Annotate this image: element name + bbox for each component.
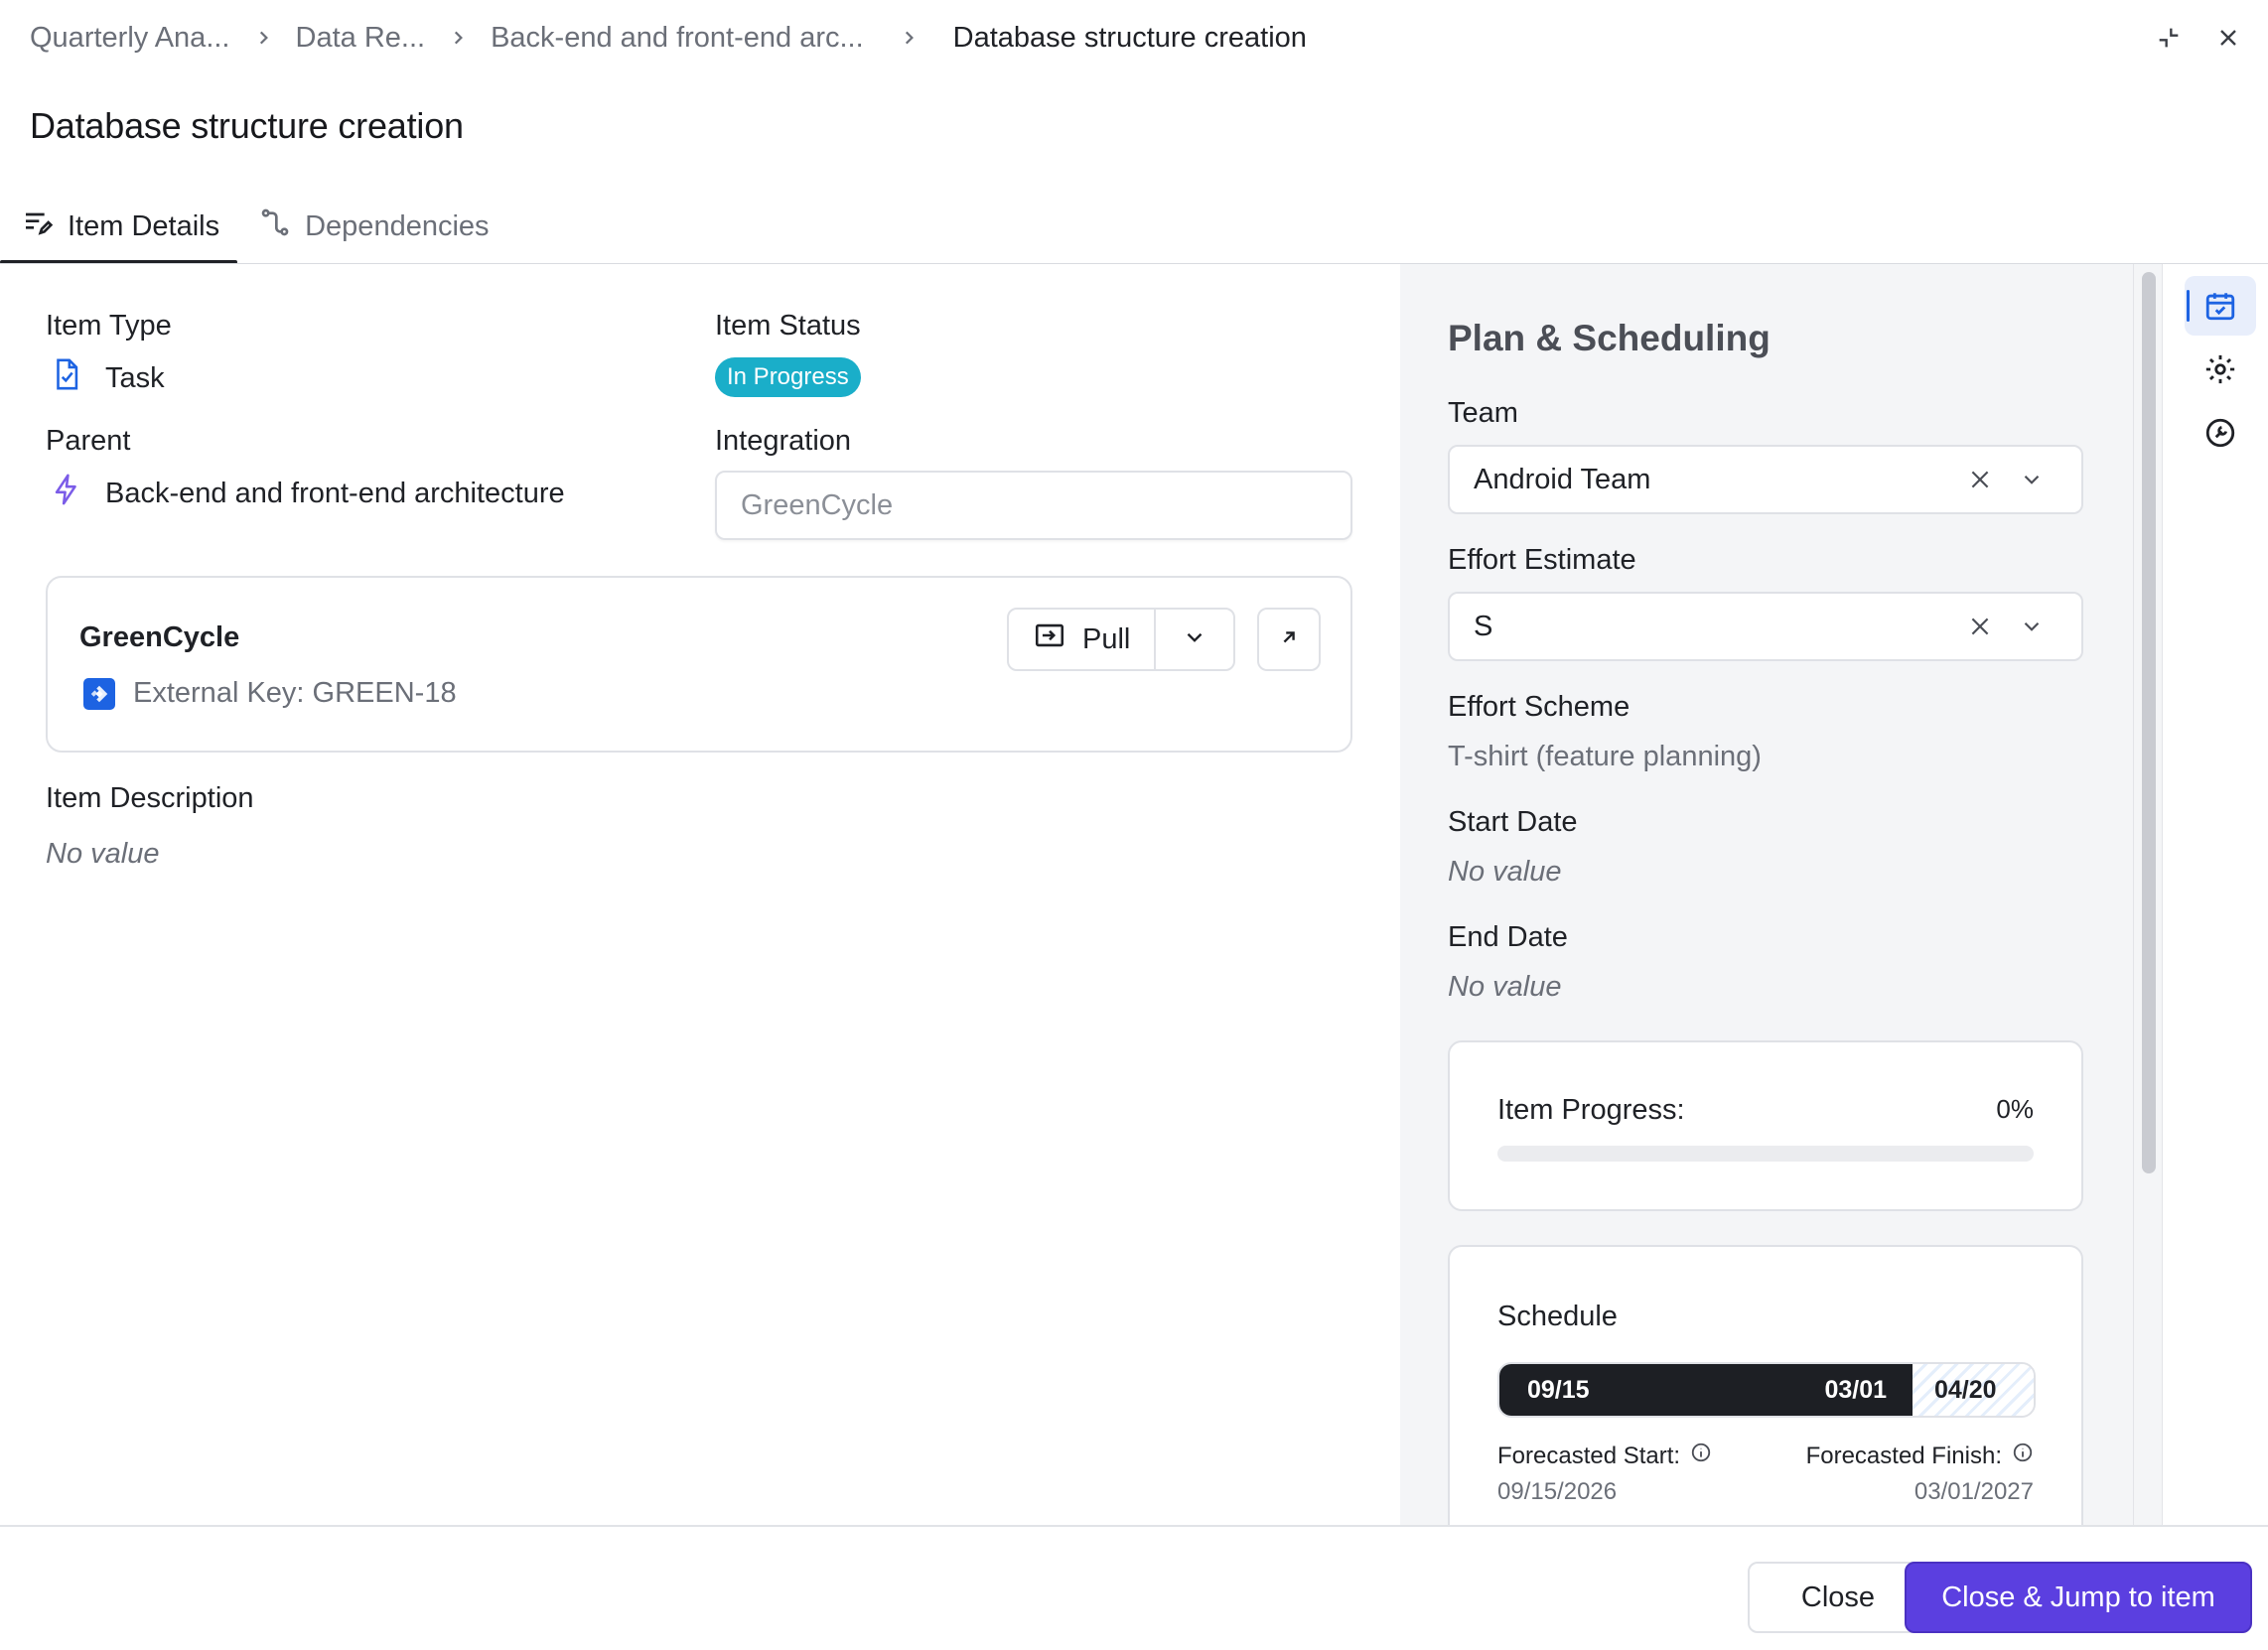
jira-icon [83,677,115,710]
forecasted-start-label: Forecasted Start: [1497,1442,1681,1469]
forecasted-finish-label: Forecasted Finish: [1805,1442,2002,1469]
team-label: Team [1448,397,1518,429]
dependency-icon [259,206,291,246]
team-value: Android Team [1474,463,1651,495]
breadcrumb-item-current: Database structure creation [952,21,1307,54]
schedule-timeline: 09/15 03/01 04/20 [1497,1362,2036,1418]
item-progress-value: 0% [1996,1094,2034,1124]
forecasted-finish: Forecasted Finish: 03/01/2027 [1806,1442,2034,1506]
effort-scheme-value: T-shirt (feature planning) [1448,741,1762,772]
side-rail [2163,264,2268,1525]
clear-icon[interactable] [1954,607,2006,646]
item-status-label: Item Status [715,310,861,342]
end-date-label: End Date [1448,921,1568,953]
integration-card-title: GreenCycle [79,621,240,653]
edit-lines-icon [22,206,54,246]
clear-icon[interactable] [1954,460,2006,499]
open-external-button[interactable] [1257,608,1321,671]
gear-icon[interactable] [2185,340,2256,399]
external-key: External Key: GREEN-18 [83,677,457,710]
effort-estimate-label: Effort Estimate [1448,544,1636,576]
timeline-start: 09/15 [1527,1375,1590,1404]
panel-title: Plan & Scheduling [1448,318,1771,358]
effort-estimate-select[interactable]: S [1448,592,2083,661]
timeline-forecast-bar: 09/15 03/01 [1499,1364,1913,1416]
breadcrumb: Quarterly Ana... Data Re... Back-end and… [30,16,1307,60]
item-progress-card: Item Progress: 0% [1448,1040,2083,1211]
integration-label: Integration [715,425,852,457]
start-date-label: Start Date [1448,806,1578,838]
info-icon[interactable] [1690,1442,1712,1470]
schedule-card: Schedule 09/15 03/01 04/20 Forecasted St… [1448,1245,2083,1525]
lightning-icon [50,473,83,514]
parent-text: Back-end and front-end architecture [105,477,565,509]
timeline-latest-bar: 04/20 [1913,1364,2034,1416]
item-type-text: Task [105,361,165,394]
integration-card: GreenCycle External Key: GREEN-18 Pull [46,576,1352,753]
effort-scheme-label: Effort Scheme [1448,691,1630,723]
calendar-check-icon[interactable] [2185,276,2256,336]
info-icon[interactable] [2012,1442,2034,1470]
status-badge[interactable]: In Progress [715,357,861,397]
parent-value[interactable]: Back-end and front-end architecture [50,473,565,514]
chevron-down-icon[interactable] [2006,607,2057,646]
collapse-icon[interactable] [2149,18,2189,58]
chevron-right-icon [230,29,296,47]
schedule-title: Schedule [1497,1301,1618,1332]
tab-label: Dependencies [305,209,490,242]
pull-button[interactable]: Pull [1009,610,1157,669]
breadcrumb-item-quarterly[interactable]: Quarterly Ana... [30,22,230,55]
forecasted-finish-value: 03/01/2027 [1914,1478,2034,1505]
chevron-down-icon [1182,624,1207,655]
pull-options-button[interactable] [1156,610,1233,669]
tab-dependencies[interactable]: Dependencies [237,189,506,264]
chevron-right-icon [864,29,953,47]
page-title: Database structure creation [30,105,464,146]
close-and-jump-button[interactable]: Close & Jump to item [1905,1562,2252,1633]
item-details-panel: Item Type Task Item Status In Progress P… [0,264,1400,1525]
breadcrumb-item-backend[interactable]: Back-end and front-end arc... [491,22,864,55]
parent-label: Parent [46,425,131,457]
forecasted-start-value: 09/15/2026 [1497,1478,1618,1505]
item-type-value: Task [50,357,165,399]
breadcrumb-item-data[interactable]: Data Re... [296,22,426,55]
end-date-value[interactable]: No value [1448,971,1561,1004]
footer: Close Close & Jump to item [0,1525,2268,1650]
pull-label: Pull [1082,622,1131,655]
close-button[interactable]: Close [1748,1562,1928,1633]
task-doc-icon [50,357,83,399]
integration-input[interactable]: GreenCycle [715,471,1352,540]
scrollbar[interactable] [2133,264,2163,1525]
item-type-label: Item Type [46,310,172,342]
wrench-icon[interactable] [2185,403,2256,463]
pull-button-group: Pull [1007,608,1236,671]
item-progress-label: Item Progress: [1497,1094,1685,1126]
pull-icon [1033,619,1066,660]
forecasted-start: Forecasted Start: 09/15/2026 [1497,1442,1712,1506]
close-icon[interactable] [2208,18,2248,58]
tab-label: Item Details [68,209,220,242]
chevron-right-icon [425,29,491,47]
chevron-down-icon[interactable] [2006,460,2057,499]
timeline-end: 03/01 [1824,1375,1887,1404]
start-date-value[interactable]: No value [1448,856,1561,889]
arrow-up-right-icon [1278,626,1300,653]
plan-scheduling-panel: Plan & Scheduling Team Android Team Effo… [1400,264,2133,1525]
item-description-label: Item Description [46,782,254,814]
progress-bar [1497,1146,2034,1162]
external-key-text: External Key: GREEN-18 [133,677,457,709]
item-description-value[interactable]: No value [46,838,159,871]
tab-item-details[interactable]: Item Details [0,189,238,264]
tab-bar: Item Details Dependencies [0,189,507,264]
timeline-latest: 04/20 [1934,1375,1997,1404]
scroll-thumb[interactable] [2142,272,2156,1173]
effort-estimate-value: S [1474,610,1493,642]
team-select[interactable]: Android Team [1448,445,2083,514]
